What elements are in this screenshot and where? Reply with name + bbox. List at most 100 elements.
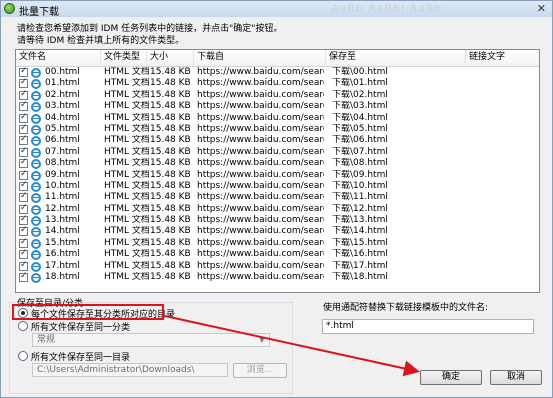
table-row[interactable]: 04.html HTML 文档15.48 KB https://www.baidu.… bbox=[16, 112, 539, 124]
row-checkbox[interactable] bbox=[19, 66, 28, 77]
cell-save-path: 下载\18.html bbox=[332, 272, 388, 283]
html-file-icon bbox=[31, 250, 41, 261]
row-checkbox[interactable] bbox=[19, 180, 28, 191]
table-row[interactable]: 15.html HTML 文档15.48 KB https://www.baidu.… bbox=[16, 237, 539, 249]
cell-url: https://www.baidu.com/search/erro... bbox=[197, 123, 324, 134]
row-checkbox[interactable] bbox=[19, 77, 28, 89]
table-row[interactable]: 16.html HTML 文档15.48 KB https://www.baidu.… bbox=[16, 248, 539, 261]
cell-type: HTML 文档 bbox=[104, 192, 149, 203]
html-file-icon bbox=[31, 124, 41, 135]
column-header-save[interactable]: 保存至 bbox=[326, 50, 466, 66]
html-file-icon bbox=[31, 204, 41, 215]
table-row[interactable]: 02.html HTML 文档15.48 KB https://www.baidu.… bbox=[16, 89, 539, 101]
idm-app-icon bbox=[4, 3, 15, 14]
row-checkbox[interactable] bbox=[19, 134, 28, 146]
html-file-icon bbox=[31, 79, 41, 90]
column-header-type[interactable]: 文件类型 bbox=[101, 50, 147, 66]
cell-save-path: 下载\08.html bbox=[332, 158, 388, 169]
table-row[interactable]: 00.html HTML 文档15.48 KB https://www.baidu.… bbox=[16, 66, 539, 78]
cell-url: https://www.baidu.com/search/erro... bbox=[197, 146, 324, 157]
cell-size: 15.48 KB bbox=[150, 123, 191, 134]
row-checkbox[interactable] bbox=[19, 237, 28, 248]
cell-size: 15.48 KB bbox=[150, 260, 191, 271]
row-checkbox[interactable] bbox=[19, 191, 28, 203]
cell-size: 15.48 KB bbox=[150, 203, 191, 214]
cell-type: HTML 文档 bbox=[104, 203, 149, 214]
cell-save-path: 下载\09.html bbox=[332, 169, 388, 180]
html-file-icon bbox=[31, 159, 41, 170]
cell-size: 15.48 KB bbox=[150, 112, 191, 123]
row-checkbox[interactable] bbox=[19, 112, 28, 123]
table-row[interactable]: 10.html HTML 文档15.48 KB https://www.baidu.… bbox=[16, 180, 539, 192]
cell-size: 15.48 KB bbox=[150, 180, 191, 191]
cell-save-path: 下载\11.html bbox=[332, 192, 388, 203]
cell-save-path: 下载\07.html bbox=[332, 146, 388, 157]
row-checkbox[interactable] bbox=[19, 203, 28, 214]
cell-type: HTML 文档 bbox=[104, 123, 149, 134]
cell-size: 15.48 KB bbox=[150, 249, 191, 260]
radio-same-category[interactable] bbox=[18, 321, 28, 331]
table-row[interactable]: 05.html HTML 文档15.48 KB https://www.baidu.… bbox=[16, 123, 539, 135]
cell-type: HTML 文档 bbox=[104, 169, 149, 180]
cell-save-path: 下载\14.html bbox=[332, 226, 388, 237]
cell-filename: 02.html bbox=[45, 89, 80, 100]
table-row[interactable]: 01.html HTML 文档15.48 KB https://www.baidu.… bbox=[16, 77, 539, 90]
row-checkbox[interactable] bbox=[19, 248, 28, 260]
table-row[interactable]: 17.html HTML 文档15.48 KB https://www.baidu.… bbox=[16, 260, 539, 272]
table-row[interactable]: 14.html HTML 文档15.48 KB https://www.baidu.… bbox=[16, 225, 539, 238]
cell-filename: 03.html bbox=[45, 101, 80, 112]
cell-type: HTML 文档 bbox=[104, 260, 149, 271]
window-title: 批量下载 bbox=[19, 7, 59, 18]
cancel-button[interactable]: 取消 bbox=[490, 370, 542, 385]
column-header-link-text[interactable]: 链接文字 bbox=[466, 50, 539, 66]
table-row[interactable]: 03.html HTML 文档15.48 KB https://www.baidu.… bbox=[16, 100, 539, 113]
table-row[interactable]: 08.html HTML 文档15.48 KB https://www.baidu.… bbox=[16, 157, 539, 170]
row-checkbox[interactable] bbox=[19, 214, 28, 226]
cell-save-path: 下载\00.html bbox=[332, 67, 388, 77]
row-checkbox[interactable] bbox=[19, 225, 28, 237]
cell-url: https://www.baidu.com/search/erro... bbox=[197, 249, 324, 260]
cell-type: HTML 文档 bbox=[104, 135, 149, 146]
row-checkbox[interactable] bbox=[19, 157, 28, 169]
table-row[interactable]: 07.html HTML 文档15.48 KB https://www.baidu.… bbox=[16, 146, 539, 158]
table-row[interactable]: 06.html HTML 文档15.48 KB https://www.baidu.… bbox=[16, 134, 539, 147]
column-header-url[interactable]: 下载自 bbox=[194, 50, 326, 66]
cell-url: https://www.baidu.com/search/erro... bbox=[197, 192, 324, 203]
cell-save-path: 下载\06.html bbox=[332, 135, 388, 146]
row-checkbox[interactable] bbox=[19, 146, 28, 157]
close-icon[interactable]: ✕ bbox=[537, 2, 546, 15]
radio-same-category-label[interactable]: 所有文件保存至同一分类 bbox=[31, 320, 130, 333]
radio-same-directory-label[interactable]: 所有文件保存至同一目录 bbox=[31, 350, 130, 363]
column-header-size[interactable]: 大小 bbox=[147, 50, 194, 66]
html-file-icon bbox=[31, 136, 41, 147]
cell-save-path: 下载\05.html bbox=[332, 123, 388, 134]
cell-filename: 11.html bbox=[45, 192, 80, 203]
row-checkbox[interactable] bbox=[19, 100, 28, 112]
column-header-filename[interactable]: 文件名 bbox=[16, 50, 101, 66]
cell-save-path: 下载\03.html bbox=[332, 101, 388, 112]
row-checkbox[interactable] bbox=[19, 271, 28, 283]
cell-url: https://www.baidu.com/search/erro... bbox=[197, 260, 324, 271]
ok-button[interactable]: 确定 bbox=[420, 370, 482, 385]
cell-filename: 00.html bbox=[45, 67, 80, 77]
table-row[interactable]: 18.html HTML 文档15.48 KB https://www.baidu.… bbox=[16, 271, 539, 284]
html-file-icon bbox=[31, 273, 41, 284]
table-row[interactable]: 11.html HTML 文档15.48 KB https://www.baidu.… bbox=[16, 191, 539, 204]
row-checkbox[interactable] bbox=[19, 89, 28, 100]
row-checkbox[interactable] bbox=[19, 169, 28, 180]
file-list[interactable]: 文件名 文件类型 大小 下载自 保存至 链接文字 00.htmlHTML 文档1… bbox=[15, 49, 540, 293]
table-row[interactable]: 12.html HTML 文档15.48 KB https://www.baidu.… bbox=[16, 203, 539, 215]
instruction-line-1: 请检查您希望添加到 IDM 任务列表中的链接，并点击"确定"按钮。 bbox=[17, 24, 283, 34]
cell-size: 15.48 KB bbox=[150, 169, 191, 180]
cell-url: https://www.baidu.com/search/erro... bbox=[197, 89, 324, 100]
table-row[interactable]: 09.html HTML 文档15.48 KB https://www.baidu.… bbox=[16, 169, 539, 181]
row-checkbox[interactable] bbox=[19, 123, 28, 134]
title-bar[interactable]: 批量下载 AaBb AaBbl AaBb ✕ bbox=[1, 1, 552, 18]
cell-type: HTML 文档 bbox=[104, 215, 149, 226]
cell-save-path: 下载\17.html bbox=[332, 260, 388, 271]
cell-filename: 04.html bbox=[45, 112, 80, 123]
cell-size: 15.48 KB bbox=[150, 215, 191, 226]
row-checkbox[interactable] bbox=[19, 260, 28, 271]
radio-same-directory[interactable] bbox=[18, 351, 28, 361]
table-row[interactable]: 13.html HTML 文档15.48 KB https://www.baidu.… bbox=[16, 214, 539, 227]
